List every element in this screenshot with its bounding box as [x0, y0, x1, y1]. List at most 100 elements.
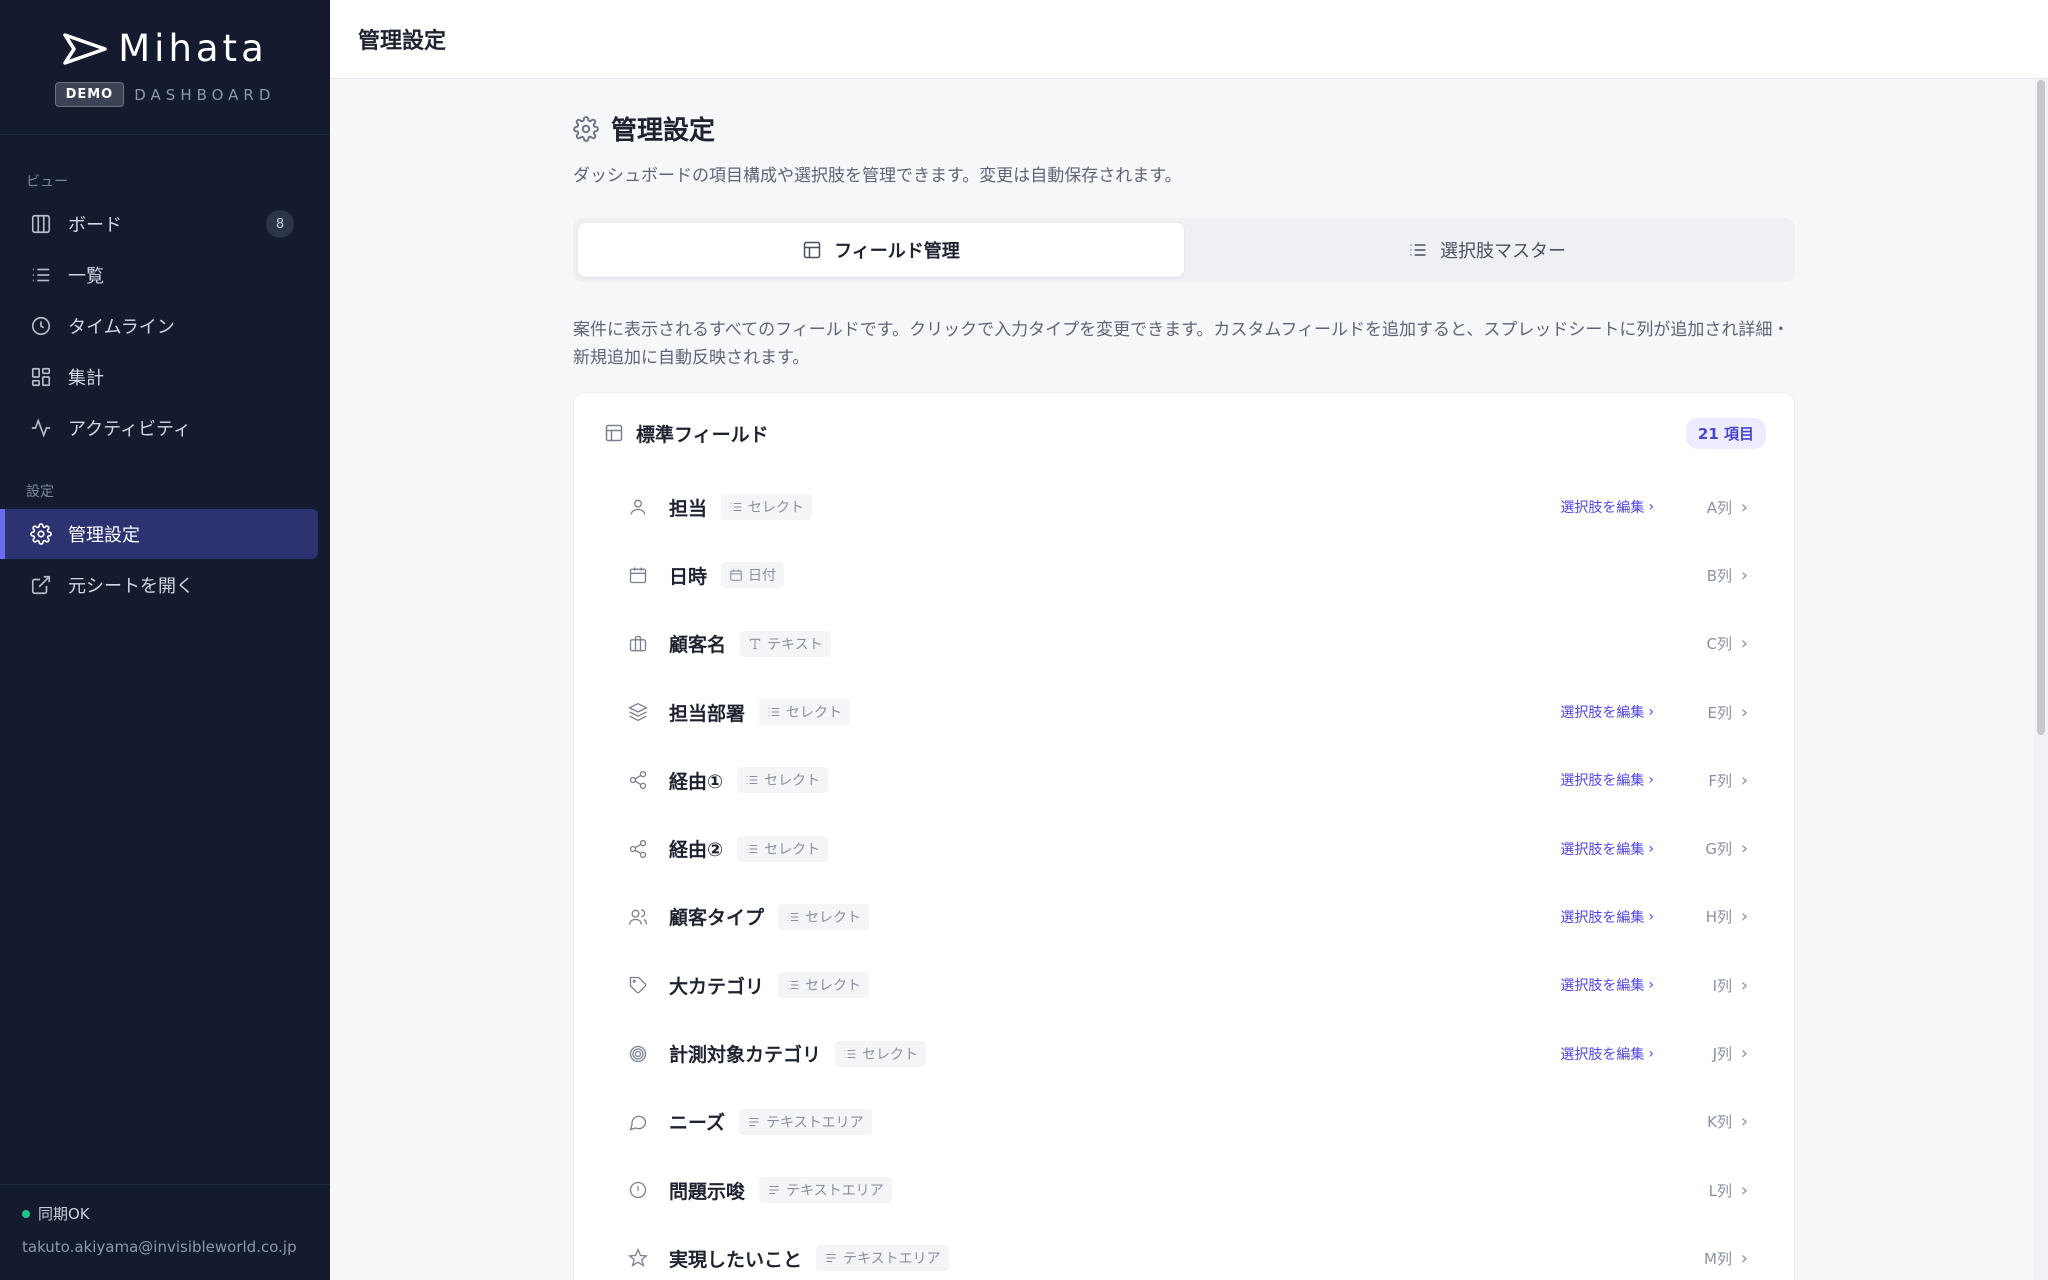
- nav-section-view: ビュー: [26, 174, 68, 190]
- field-row[interactable]: 経由② セレクト 選択肢を編集 › G列 ›: [574, 814, 1794, 882]
- tab-choice-master[interactable]: 選択肢マスター: [1184, 223, 1790, 277]
- field-name: 顧客タイプ: [669, 907, 765, 930]
- field-row[interactable]: 実現したいこと テキストエリア M列 ›: [574, 1224, 1794, 1280]
- column-letter: G列: [1705, 840, 1732, 859]
- tag-icon: [627, 974, 649, 996]
- edit-choices-label: 選択肢を編集: [1560, 773, 1645, 790]
- field-type-label: セレクト: [805, 909, 862, 926]
- board-count-badge: 8: [266, 210, 294, 238]
- chevron-right-icon[interactable]: ›: [1741, 838, 1748, 859]
- logo-area: Mihata DEMO DASHBOARD: [0, 0, 330, 135]
- field-name: 大カテゴリ: [669, 975, 765, 998]
- chevron-right-icon: ›: [1648, 908, 1654, 925]
- field-type-badge[interactable]: 日付: [721, 562, 785, 589]
- field-row[interactable]: 経由① セレクト 選択肢を編集 › F列 ›: [574, 746, 1794, 814]
- sidebar-item-board[interactable]: ボード 8: [0, 199, 318, 249]
- field-row[interactable]: 顧客名 テキスト C列 ›: [574, 610, 1794, 678]
- field-name: 担当: [669, 497, 708, 520]
- field-type-badge[interactable]: テキストエリア: [816, 1245, 949, 1272]
- sidebar-item-activity[interactable]: アクティビティ: [0, 403, 318, 453]
- field-row[interactable]: 大カテゴリ セレクト 選択肢を編集 › I列 ›: [574, 951, 1794, 1019]
- edit-choices-link[interactable]: 選択肢を編集 ›: [1560, 839, 1654, 859]
- chevron-right-icon[interactable]: ›: [1741, 1248, 1748, 1269]
- dashboard-label: DASHBOARD: [134, 85, 276, 104]
- field-type-badge[interactable]: テキスト: [740, 630, 831, 657]
- field-row[interactable]: 顧客タイプ セレクト 選択肢を編集 › H列 ›: [574, 883, 1794, 951]
- field-name: 担当部署: [669, 702, 746, 725]
- field-name: 問題示唆: [669, 1180, 746, 1203]
- sidebar-item-label: アクティビティ: [68, 419, 191, 440]
- field-name: 経由①: [669, 770, 724, 793]
- edit-choices-label: 選択肢を編集: [1560, 1046, 1645, 1063]
- field-type-badge[interactable]: セレクト: [721, 494, 813, 521]
- demo-badge: DEMO: [54, 82, 125, 107]
- chevron-right-icon: ›: [1648, 772, 1654, 789]
- field-type-badge[interactable]: セレクト: [778, 972, 870, 999]
- edit-choices-label: 選択肢を編集: [1560, 500, 1645, 517]
- column-letter: B列: [1706, 566, 1732, 585]
- main-content: 管理設定 ダッシュボードの項目構成や選択肢を管理できます。変更は自動保存されます…: [573, 110, 1795, 1280]
- field-name: 実現したいこと: [669, 1248, 803, 1271]
- chevron-right-icon[interactable]: ›: [1741, 702, 1748, 723]
- sync-status-text: 同期OK: [38, 1205, 90, 1223]
- field-type-badge[interactable]: セレクト: [737, 835, 829, 862]
- list-icon: [729, 500, 743, 514]
- field-row[interactable]: 問題示唆 テキストエリア L列 ›: [574, 1156, 1794, 1224]
- edit-choices-link[interactable]: 選択肢を編集 ›: [1560, 1044, 1654, 1064]
- tab-field-management[interactable]: フィールド管理: [578, 223, 1184, 277]
- grid-icon: [30, 366, 52, 388]
- field-name: 経由②: [669, 839, 724, 862]
- sidebar-item-list[interactable]: 一覧: [0, 250, 318, 300]
- sidebar-item-open-sheet[interactable]: 元シートを開く: [0, 560, 318, 610]
- scrollbar-thumb[interactable]: [2037, 80, 2045, 735]
- chevron-right-icon[interactable]: ›: [1741, 1180, 1748, 1201]
- text-icon: [748, 637, 762, 651]
- field-row[interactable]: 日時 日付 B列 ›: [574, 541, 1794, 609]
- chevron-right-icon[interactable]: ›: [1741, 565, 1748, 586]
- chevron-right-icon[interactable]: ›: [1741, 906, 1748, 927]
- column-letter: J列: [1712, 1045, 1732, 1064]
- external-link-icon: [30, 574, 52, 596]
- activity-icon: [30, 417, 52, 439]
- field-type-badge[interactable]: テキストエリア: [739, 1108, 872, 1135]
- star-icon: [627, 1247, 649, 1269]
- field-type-badge[interactable]: テキストエリア: [759, 1177, 892, 1204]
- field-type-label: テキストエリア: [786, 1183, 884, 1200]
- field-row[interactable]: 担当部署 セレクト 選択肢を編集 › E列 ›: [574, 678, 1794, 746]
- field-row[interactable]: 担当 セレクト 選択肢を編集 › A列 ›: [574, 473, 1794, 541]
- chevron-right-icon[interactable]: ›: [1741, 497, 1748, 518]
- column-letter: I列: [1712, 976, 1732, 995]
- chevron-right-icon[interactable]: ›: [1741, 975, 1748, 996]
- edit-choices-link[interactable]: 選択肢を編集 ›: [1560, 702, 1654, 722]
- edit-choices-link[interactable]: 選択肢を編集 ›: [1560, 907, 1654, 927]
- edit-choices-link[interactable]: 選択肢を編集 ›: [1560, 975, 1654, 995]
- chevron-right-icon[interactable]: ›: [1741, 770, 1748, 791]
- chevron-right-icon[interactable]: ›: [1741, 1043, 1748, 1064]
- field-type-badge[interactable]: セレクト: [778, 903, 870, 930]
- sidebar-item-summary[interactable]: 集計: [0, 352, 318, 402]
- sidebar-item-label: 集計: [68, 368, 104, 389]
- column-letter: M列: [1704, 1249, 1732, 1268]
- logo[interactable]: Mihata: [62, 27, 268, 70]
- field-count-badge: 21 項目: [1685, 417, 1766, 449]
- sidebar-item-admin-settings[interactable]: 管理設定: [0, 509, 318, 559]
- field-type-badge[interactable]: セレクト: [737, 767, 829, 794]
- field-row[interactable]: ニーズ テキストエリア K列 ›: [574, 1088, 1794, 1156]
- edit-choices-link[interactable]: 選択肢を編集 ›: [1560, 770, 1654, 790]
- field-row[interactable]: 計測対象カテゴリ セレクト 選択肢を編集 › J列 ›: [574, 1019, 1794, 1087]
- edit-choices-link[interactable]: 選択肢を編集 ›: [1560, 497, 1654, 517]
- field-name: 顧客名: [669, 634, 727, 657]
- chevron-right-icon[interactable]: ›: [1741, 1111, 1748, 1132]
- field-type-badge[interactable]: セレクト: [835, 1040, 927, 1067]
- page-description: ダッシュボードの項目構成や選択肢を管理できます。変更は自動保存されます。: [573, 166, 1182, 186]
- topbar-title: 管理設定: [358, 29, 447, 54]
- field-type-badge[interactable]: セレクト: [759, 699, 851, 726]
- sidebar-item-timeline[interactable]: タイムライン: [0, 301, 318, 351]
- chevron-right-icon[interactable]: ›: [1741, 633, 1748, 654]
- layout-icon: [803, 241, 821, 259]
- list-icon: [745, 773, 759, 787]
- chevron-right-icon: ›: [1648, 977, 1654, 994]
- sidebar-item-label: タイムライン: [68, 317, 175, 338]
- field-type-label: セレクト: [764, 773, 821, 790]
- field-type-label: セレクト: [764, 841, 821, 858]
